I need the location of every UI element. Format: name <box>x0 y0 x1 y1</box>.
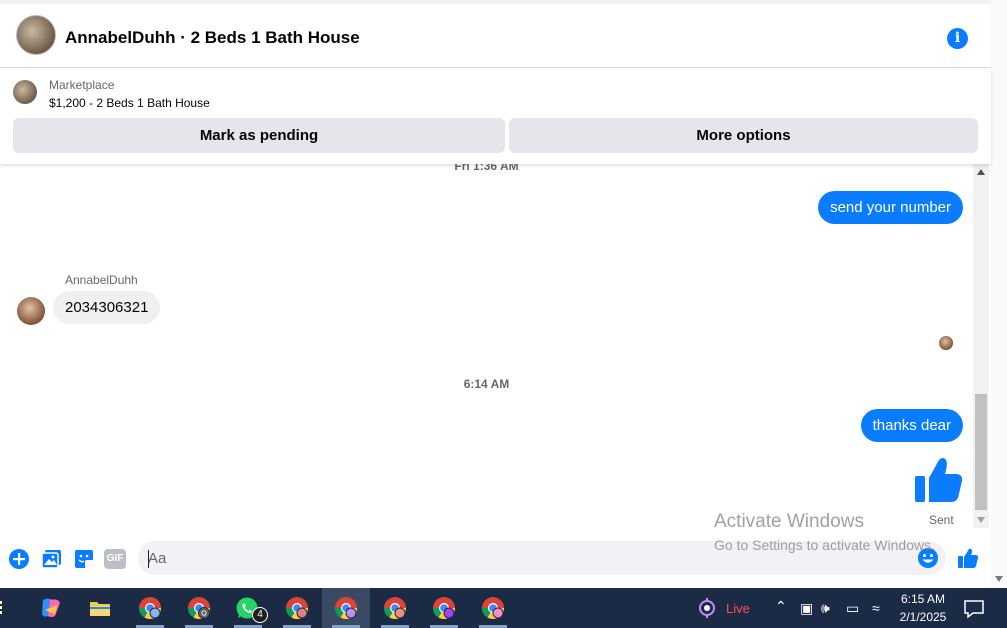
incoming-message[interactable]: 2034306321 <box>53 291 161 324</box>
mark-as-pending-button[interactable]: Mark as pending <box>13 118 505 153</box>
listing-summary[interactable]: $1,200 - 2 Beds 1 Bath House <box>49 96 210 110</box>
plus-icon[interactable] <box>8 548 30 570</box>
marketplace-panel: Marketplace $1,200 - 2 Beds 1 Bath House… <box>0 68 991 164</box>
chrome-badge: Q <box>201 610 207 618</box>
file-explorer-icon[interactable] <box>88 596 112 620</box>
listing-thumbnail[interactable] <box>13 80 37 104</box>
photo-icon[interactable] <box>41 548 63 570</box>
chrome-profile-icon[interactable] <box>138 596 162 620</box>
clock-date[interactable]: 2/1/2025 <box>897 610 949 624</box>
scrollbar-thumb[interactable] <box>975 394 987 510</box>
gif-icon[interactable]: GIF <box>104 549 126 569</box>
task-view-icon[interactable] <box>0 596 8 620</box>
text-caret <box>148 550 149 568</box>
sticker-icon[interactable] <box>73 548 95 570</box>
copilot-icon[interactable] <box>39 596 63 620</box>
chrome-profile-icon[interactable] <box>334 596 358 620</box>
scroll-down-arrow-icon[interactable] <box>977 517 985 523</box>
conversation-header: AnnabelDuhh · 2 Beds 1 Bath House i <box>0 0 991 68</box>
messenger-window: AnnabelDuhh · 2 Beds 1 Bath House i Mark… <box>0 0 1007 628</box>
sender-avatar[interactable] <box>17 297 45 325</box>
chrome-profile-icon[interactable]: Q <box>187 596 211 620</box>
whatsapp-unread-badge: 4 <box>252 607 268 623</box>
meet-now-icon[interactable]: ▣ <box>800 600 813 617</box>
chrome-profile-icon[interactable] <box>285 596 309 620</box>
activate-windows-subtitle: Go to Settings to activate Windows. <box>714 537 935 553</box>
show-hidden-icons-icon[interactable]: ⌃ <box>775 598 787 615</box>
clock-time[interactable]: 6:15 AM <box>899 592 947 606</box>
page-scroll-down-icon[interactable] <box>995 576 1003 582</box>
activate-windows-title: Activate Windows <box>714 511 864 532</box>
chrome-profile-icon[interactable] <box>383 596 407 620</box>
timestamp: Fri 1:36 AM <box>454 164 519 173</box>
chrome-profile-icon[interactable] <box>432 596 456 620</box>
listing-avatar[interactable] <box>16 15 56 55</box>
wifi-icon[interactable]: ≈ <box>872 600 880 616</box>
message-thread: Fri 1:36 AM send your number AnnabelDuhh… <box>0 164 973 540</box>
info-icon[interactable]: i <box>947 28 968 49</box>
marketplace-label: Marketplace <box>49 78 115 92</box>
notifications-icon[interactable] <box>963 596 985 620</box>
scroll-up-arrow-icon[interactable] <box>977 169 985 175</box>
conversation-title[interactable]: AnnabelDuhh · 2 Beds 1 Bath House <box>65 28 360 48</box>
live-label[interactable]: Live <box>726 601 750 616</box>
volume-icon[interactable]: 🕪 <box>821 600 830 617</box>
live-news-icon[interactable] <box>696 596 720 620</box>
page-scrollbar[interactable] <box>991 0 1007 588</box>
outgoing-message[interactable]: thanks dear <box>860 409 963 442</box>
outgoing-message[interactable]: send your number <box>818 191 963 224</box>
chrome-profile-icon[interactable] <box>481 596 505 620</box>
thumbs-up-icon[interactable] <box>912 454 964 506</box>
sender-name: AnnabelDuhh <box>65 273 138 287</box>
thread-scrollbar[interactable] <box>973 164 989 528</box>
battery-icon[interactable]: ▭ <box>846 600 859 617</box>
like-icon[interactable] <box>957 547 979 569</box>
more-options-button[interactable]: More options <box>509 118 978 153</box>
timestamp: 6:14 AM <box>463 377 510 391</box>
read-receipt-avatar <box>939 336 953 350</box>
windows-taskbar: Q 4 Live ⌃ ▣ 🕪 ▭ ≈ 6:15 AM 2/1/2025 <box>0 588 1007 628</box>
sent-status: Sent <box>929 513 954 527</box>
